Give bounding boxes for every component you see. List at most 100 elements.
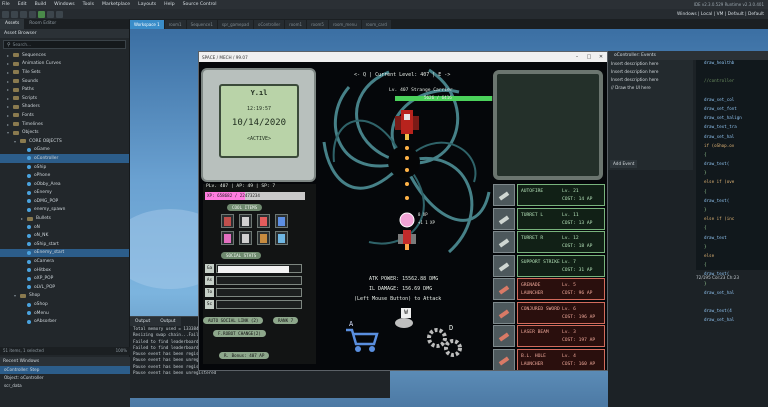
recent-window-item[interactable]: Object: oController (0, 374, 130, 382)
tree-object[interactable]: oN_NK (0, 231, 129, 240)
upgrade-grenade-launcher[interactable]: GRENADE LAUNCHER Lv. 5 COST: 96 AP (493, 278, 605, 300)
tree-folder[interactable]: ▸ Shaders (0, 103, 129, 112)
tree-object[interactable]: oN (0, 223, 129, 232)
level-selector[interactable]: <- Q | Current Level: 407 | E -> (354, 72, 450, 78)
event-item[interactable]: Insert description here (608, 68, 693, 76)
upgrade-conjured-sword[interactable]: CONJURED SWORD Lv. 6 COST: 196 AP (493, 301, 605, 324)
inventory-slot[interactable] (257, 231, 270, 245)
stop-icon[interactable] (56, 10, 63, 18)
auto-social-link-button[interactable]: AUTO SOCIAL LINK (2) (203, 317, 264, 324)
code-editor[interactable]: draw_healthb //controller draw_set_col draw… (696, 60, 768, 322)
upgrade-card[interactable]: TURRET L Lv. 11 COST: 13 AP (517, 207, 605, 230)
inventory-slot[interactable] (239, 214, 252, 228)
run-icon[interactable] (38, 10, 45, 18)
tree-folder[interactable]: ▸ Sequences (0, 51, 129, 60)
upgrade-autofire[interactable]: AUTOFIRE Lv. 21 COST: 14 AP (493, 184, 605, 206)
upgrade-support-strike[interactable]: SUPPORT STRIKE Lv. 7 COST: 31 AP (493, 254, 605, 277)
tree-folder[interactable]: ▸ Animation Curves (0, 60, 129, 69)
maximize-icon[interactable]: □ (583, 54, 595, 60)
upgrade-card[interactable]: AUTOFIRE Lv. 21 COST: 14 AP (517, 184, 605, 206)
new-icon[interactable] (11, 10, 18, 18)
inventory-slot[interactable] (239, 231, 252, 245)
inventory-slot[interactable] (257, 214, 270, 228)
tree-object[interactable]: oShip (0, 163, 129, 172)
event-item[interactable]: Insert description here (608, 60, 693, 68)
shop-cart-icon[interactable] (344, 326, 380, 354)
menu-help[interactable]: Help (164, 2, 174, 7)
add-event-button[interactable]: Add Event (610, 160, 638, 168)
save-icon[interactable] (29, 10, 36, 18)
asset-search[interactable]: ⚲ Search... (3, 40, 126, 49)
workspace-tab[interactable]: room_card (361, 20, 391, 29)
upgrade-card[interactable]: GRENADE LAUNCHER Lv. 5 COST: 96 AP (517, 278, 605, 300)
tree-folder[interactable]: ▸ Paths (0, 85, 129, 94)
tree-folder[interactable]: ▸ Timelines (0, 120, 129, 129)
target-selector[interactable]: Windows | Local | VM | Default | Default (677, 12, 768, 17)
upgrade-laser-beam[interactable]: LASER BEAM Lv. 3 COST: 197 AP (493, 325, 605, 347)
workspace-tab[interactable]: room1 (285, 20, 307, 29)
tree-object[interactable]: oHitbox (0, 266, 129, 275)
open-icon[interactable] (20, 10, 27, 18)
tree-object[interactable]: oAbsorber (0, 317, 129, 326)
game-viewport[interactable]: Y.ıl 12:19:57 10/14/2020 <ACTIVE> PLv. 4… (199, 62, 607, 370)
tree-object[interactable]: oLVL_POP (0, 283, 129, 292)
upgrade-card[interactable]: B.L. HOLE LAUNCHER Lv. 4 COST: 160 AP (517, 348, 605, 370)
inventory-slot[interactable] (275, 214, 288, 228)
recent-window-item[interactable]: scr_data (0, 382, 130, 390)
tree-object[interactable]: oCamera (0, 257, 129, 266)
tab-room-editor[interactable]: Room Editor (24, 19, 61, 29)
settings-gears-icon[interactable] (425, 324, 465, 360)
robot-change-button[interactable]: F.ROBOT CHANGE(2) (213, 330, 266, 337)
menu-source-control[interactable]: Source Control (183, 2, 217, 7)
search-input[interactable]: Search... (13, 42, 31, 47)
upgrade-card[interactable]: CONJURED SWORD Lv. 6 COST: 196 AP (517, 301, 605, 324)
tree-folder[interactable]: ▸ Bullets (0, 214, 129, 223)
workspace-tab[interactable]: oController (254, 20, 285, 29)
tree-object[interactable]: oShip_start (0, 240, 129, 249)
menu-windows[interactable]: Windows (54, 2, 75, 7)
rank-button[interactable]: RANK 7 (273, 317, 299, 324)
upgrade-card[interactable]: TURRET R Lv. 12 COST: 18 AP (517, 231, 605, 253)
home-icon[interactable] (2, 10, 9, 18)
tree-object[interactable]: oEnemy_start (0, 248, 129, 258)
upgrade-b-l-hole-launcher[interactable]: B.L. HOLE LAUNCHER Lv. 4 COST: 160 AP (493, 348, 605, 370)
upgrade-card[interactable]: LASER BEAM Lv. 3 COST: 197 AP (517, 325, 605, 347)
workspace-tab[interactable]: room1 (164, 20, 186, 29)
tree-object[interactable]: oGame (0, 146, 129, 155)
workspace-tab[interactable]: room_menu (328, 20, 361, 29)
tab-assets[interactable]: Assets (0, 19, 25, 29)
inventory-slot[interactable] (221, 214, 234, 228)
tree-object[interactable]: oController (0, 154, 129, 163)
upgrade-turret-r[interactable]: TURRET R Lv. 12 COST: 18 AP (493, 231, 605, 253)
tree-object[interactable]: enemy_spawn (0, 206, 129, 215)
close-icon[interactable]: ✕ (595, 54, 607, 60)
menu-tools[interactable]: Tools (83, 2, 94, 7)
rank-bonus-button[interactable]: R. Bonus: 407 AP (219, 352, 270, 359)
tree-folder[interactable]: ▸ Fonts (0, 111, 129, 120)
tree-object[interactable]: oEnemy (0, 189, 129, 198)
menu-edit[interactable]: Edit (18, 2, 27, 7)
workspace-tab[interactable]: Sequence1 (186, 20, 217, 29)
upgrade-card[interactable]: SUPPORT STRIKE Lv. 7 COST: 31 AP (517, 254, 605, 277)
tree-object[interactable]: oXP_POP (0, 274, 129, 283)
tree-folder[interactable]: ▾ CORE OBJECTS (0, 137, 129, 146)
event-item[interactable]: Insert description here (608, 76, 693, 84)
menu-build[interactable]: Build (35, 2, 47, 7)
output-tab[interactable]: Output (130, 317, 156, 326)
workspace-tab[interactable]: room5 (307, 20, 328, 29)
tree-folder[interactable]: ▸ Scripts (0, 94, 129, 103)
inventory-slot[interactable] (221, 231, 234, 245)
tree-object[interactable]: oShop (0, 300, 129, 309)
minimize-icon[interactable]: – (571, 54, 583, 60)
workspace-tab[interactable]: spr_gamepad (217, 20, 254, 29)
tree-folder[interactable]: ▾ Shop (0, 292, 129, 301)
tree-folder[interactable]: ▸ Sounds (0, 77, 129, 86)
recent-window-item[interactable]: oController: Step (0, 366, 130, 374)
menu-layouts[interactable]: Layouts (138, 2, 156, 7)
tree-object[interactable]: oMenu (0, 309, 129, 318)
zoom-level[interactable]: 100% (116, 348, 127, 354)
tree-object[interactable]: oDMG_POP (0, 197, 129, 206)
menu-file[interactable]: File (2, 2, 10, 7)
debug-icon[interactable] (47, 10, 54, 18)
upgrade-turret-l[interactable]: TURRET L Lv. 11 COST: 13 AP (493, 207, 605, 230)
